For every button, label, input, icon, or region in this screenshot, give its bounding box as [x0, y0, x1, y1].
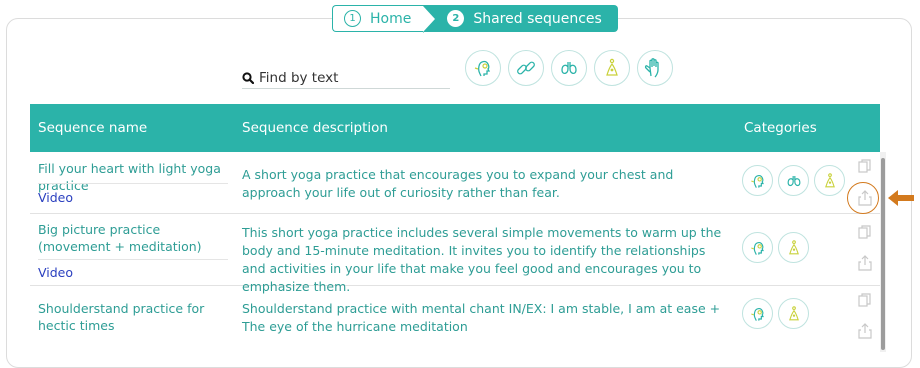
copy-icon[interactable]: [857, 292, 873, 308]
filter-link[interactable]: [508, 50, 544, 86]
lungs-icon: [787, 175, 800, 186]
column-header-categories[interactable]: Categories: [744, 120, 817, 136]
category-body-center: [814, 165, 845, 196]
body-center-icon: [606, 58, 618, 76]
video-link[interactable]: Video: [38, 265, 73, 280]
breadcrumb-shared-sequences[interactable]: 2 Shared sequences: [423, 5, 618, 32]
breadcrumb-shared-label: Shared sequences: [473, 10, 602, 27]
body-center-icon: [788, 239, 799, 254]
category-head: [742, 298, 773, 329]
table-header: Sequence name Sequence description Categ…: [30, 104, 880, 152]
category-body-center: [778, 232, 809, 263]
breadcrumb-home-label: Home: [370, 10, 412, 27]
search-icon: [242, 71, 254, 84]
scrollbar-thumb[interactable]: [881, 158, 885, 350]
sequence-name-link[interactable]: Shoulderstand practice for hectic times: [38, 300, 228, 334]
filter-hand[interactable]: [637, 50, 673, 86]
body-center-icon: [788, 305, 799, 320]
category-body-center: [778, 298, 809, 329]
head-icon: [474, 60, 491, 77]
highlight-circle: [847, 182, 879, 214]
category-icons: [742, 165, 845, 196]
head-icon: [750, 241, 764, 255]
head-icon: [750, 174, 764, 188]
step-number: 2: [447, 10, 465, 27]
filter-lungs[interactable]: [551, 50, 587, 86]
sequence-name-link[interactable]: Big picture practice (movement + meditat…: [38, 221, 228, 255]
filter-head[interactable]: [465, 50, 501, 86]
breadcrumb: 1 Home 2 Shared sequences: [332, 5, 618, 33]
divider: [38, 259, 228, 260]
body-center-icon: [824, 172, 835, 187]
hand-icon: [644, 58, 659, 78]
share-icon[interactable]: [857, 323, 873, 339]
step-number: 1: [344, 10, 361, 27]
search-placeholder: Find by text: [259, 69, 339, 86]
sequence-description: A short yoga practice that encourages yo…: [242, 167, 674, 200]
head-icon: [750, 307, 764, 321]
link-icon: [517, 61, 535, 75]
table-row: Fill your heart with light yoga practice…: [30, 152, 880, 214]
table-row: Big picture practice (movement + meditat…: [30, 214, 880, 294]
sequence-description: Shoulderstand practice with mental chant…: [242, 301, 721, 334]
share-icon[interactable]: [857, 255, 873, 271]
category-filters: [465, 50, 673, 86]
search-input[interactable]: Find by text: [242, 67, 450, 89]
column-header-description[interactable]: Sequence description: [242, 120, 388, 136]
copy-icon[interactable]: [857, 158, 873, 174]
table-row: Shoulderstand practice for hectic times …: [30, 286, 880, 350]
video-link[interactable]: Video: [38, 190, 73, 205]
copy-icon[interactable]: [857, 224, 873, 240]
category-lungs: [778, 165, 809, 196]
filter-body-center[interactable]: [594, 50, 630, 86]
arrow-left-icon: [888, 190, 914, 206]
sequence-name-link[interactable]: Fill your heart with light yoga practice: [38, 160, 228, 194]
category-head: [742, 165, 773, 196]
lungs-icon: [561, 62, 577, 75]
divider: [38, 183, 228, 184]
column-header-name[interactable]: Sequence name: [38, 120, 147, 136]
category-icons: [742, 298, 809, 329]
category-head: [742, 232, 773, 263]
category-icons: [742, 232, 809, 263]
breadcrumb-home[interactable]: 1 Home: [332, 5, 437, 33]
